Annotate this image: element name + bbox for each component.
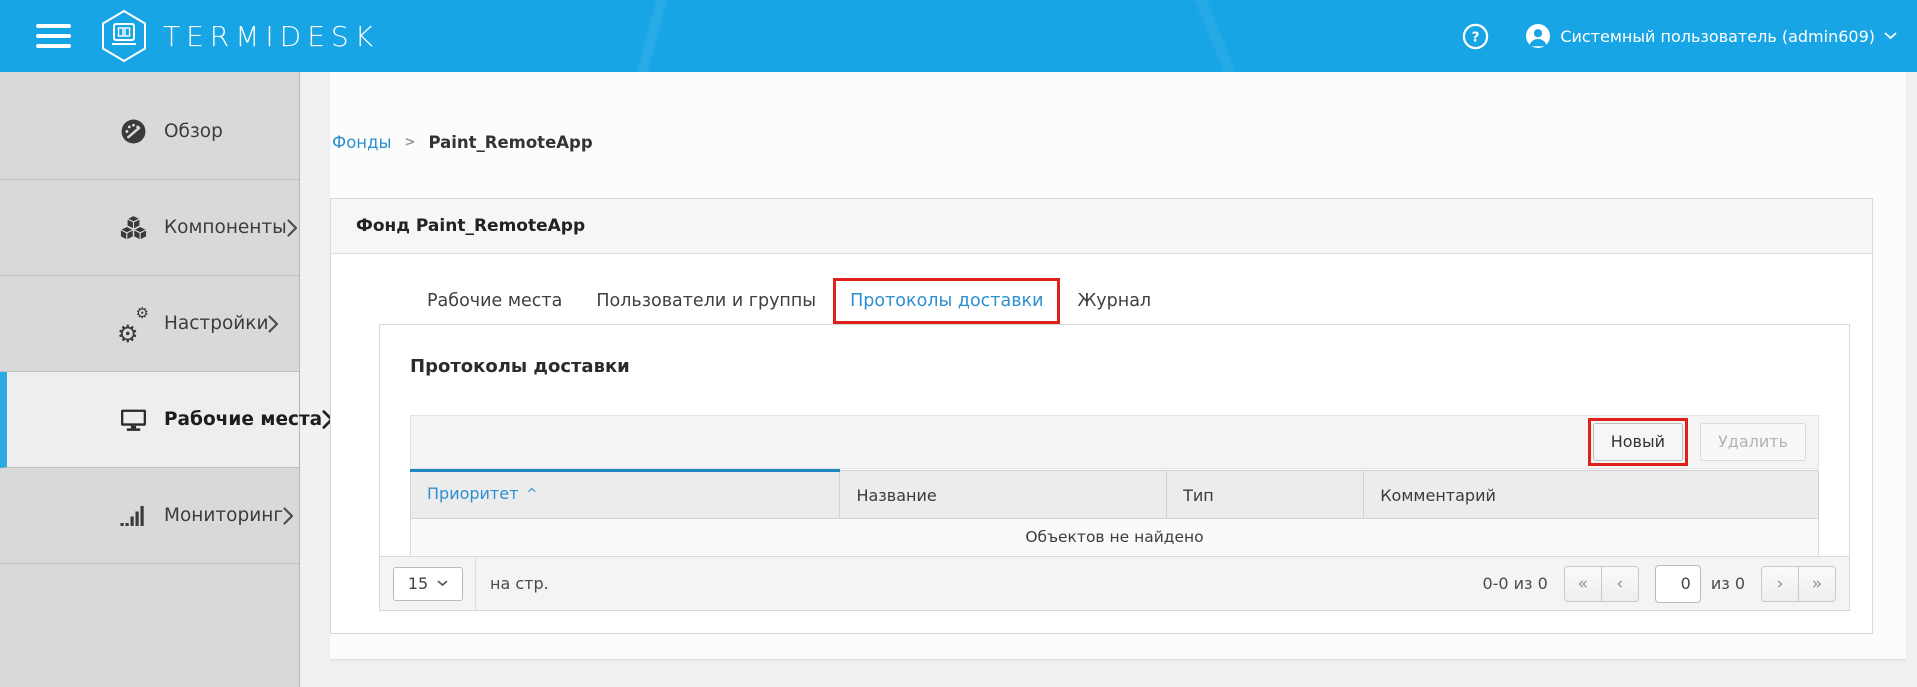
delete-button[interactable]: Удалить [1700,423,1806,461]
cubes-icon [118,214,148,241]
per-page-label: на стр. [490,574,549,593]
help-icon[interactable]: ? [1462,23,1489,50]
chevron-right-icon [268,314,279,333]
next-page-button[interactable]: › [1761,565,1799,602]
breadcrumb-root-link[interactable]: Фонды [332,133,392,152]
termidesk-hexagon-icon [101,10,147,62]
tab-workplaces[interactable]: Рабочие места [410,278,579,324]
sidebar-item-label: Компоненты [164,217,287,238]
menu-toggle-icon[interactable] [36,18,71,54]
sidebar-item-workplaces[interactable]: Рабочие места [0,372,334,468]
svg-text:?: ? [1472,29,1480,45]
user-name: Системный пользователь (admin609) [1560,26,1875,46]
signal-bars-icon [118,504,148,527]
page-size-value: 15 [407,574,429,593]
sidebar-item-label: Мониторинг [164,505,284,526]
page-number-input[interactable] [1654,564,1701,603]
sidebar-item-components[interactable]: Компоненты [0,180,299,276]
sidebar-item-label: Настройки [164,313,269,334]
prev-page-button[interactable]: ‹ [1600,565,1639,602]
column-label: Тип [1183,485,1214,505]
new-button[interactable]: Новый [1592,423,1683,461]
gears-icon: ⚙ ⚙ [117,303,149,348]
annotation-box-tab: Протоколы доставки [833,278,1061,324]
sidebar-item-overview[interactable]: Обзор [0,84,299,180]
tab-journal[interactable]: Журнал [1060,278,1168,324]
sidebar-item-label: Обзор [164,121,223,142]
breadcrumb-separator: > [404,135,416,150]
last-page-button[interactable]: » [1798,565,1836,602]
tab-delivery-protocols[interactable]: Протоколы доставки [850,291,1043,311]
range-text: 0-0 из 0 [1482,574,1548,593]
breadcrumb-current: Paint_RemoteApp [428,133,593,152]
app-logo[interactable]: TERMIDESK [101,10,379,62]
chevron-right-icon [287,218,298,237]
delivery-protocols-panel: Протоколы доставки Новый Удалить Приорит… [379,324,1850,611]
user-avatar-icon [1525,23,1551,49]
column-label: Приоритет [427,484,519,503]
monitor-icon [118,407,148,432]
user-menu[interactable]: Системный пользователь (admin609) [1525,23,1897,49]
column-header-name[interactable]: Название [839,470,1168,519]
column-label: Название [856,485,937,505]
sort-asc-icon: ^ [526,487,538,502]
chevron-down-icon [1884,32,1897,40]
content-area: Фонды > Paint_RemoteApp Фонд Paint_Remot… [330,72,1906,660]
panel-title: Протоколы доставки [410,356,630,377]
column-header-comment[interactable]: Комментарий [1363,470,1819,519]
empty-table-message: Объектов не найдено [410,518,1819,556]
column-label: Комментарий [1380,485,1496,505]
card-title: Фонд Paint_RemoteApp [331,199,1872,254]
pager-back-group: « ‹ [1563,565,1639,602]
brand-wordmark: TERMIDESK [163,19,380,53]
column-header-priority[interactable]: Приоритет ^ [409,469,841,519]
sidebar-item-settings[interactable]: ⚙ ⚙ Настройки [0,276,299,372]
annotation-box-new-button: Новый [1587,418,1688,466]
sidebar-item-monitoring[interactable]: Мониторинг [0,468,299,564]
sidebar: Обзор Компоненты ⚙ ⚙ Настройки Рабочие м… [0,72,334,687]
first-page-button[interactable]: « [1563,565,1602,602]
column-header-type[interactable]: Тип [1166,470,1365,519]
tab-bar: Рабочие места Пользователи и группы Прот… [379,278,1850,324]
table-toolbar: Новый Удалить [410,415,1819,469]
top-bar: TERMIDESK ? Системный пользователь (admi [0,0,1917,72]
gauge-icon [118,118,148,145]
sidebar-item-label: Рабочие места [164,409,323,430]
chevron-right-icon [283,506,294,525]
protocols-table: Приоритет ^ Название Тип Комментарий Объ… [409,469,1819,556]
tab-users-groups[interactable]: Пользователи и группы [579,278,833,324]
pagination-bar: 15 на стр. 0-0 из 0 « ‹ из 0 [380,556,1849,611]
fund-card: Фонд Paint_RemoteApp Рабочие места Польз… [330,198,1873,634]
breadcrumb: Фонды > Paint_RemoteApp [332,133,1906,152]
chevron-down-icon [437,580,448,587]
page-size-select[interactable]: 15 [393,566,463,601]
pager-divider [475,556,476,611]
pager-forward-group: › » [1761,565,1836,602]
of-total-label: из 0 [1710,574,1745,593]
